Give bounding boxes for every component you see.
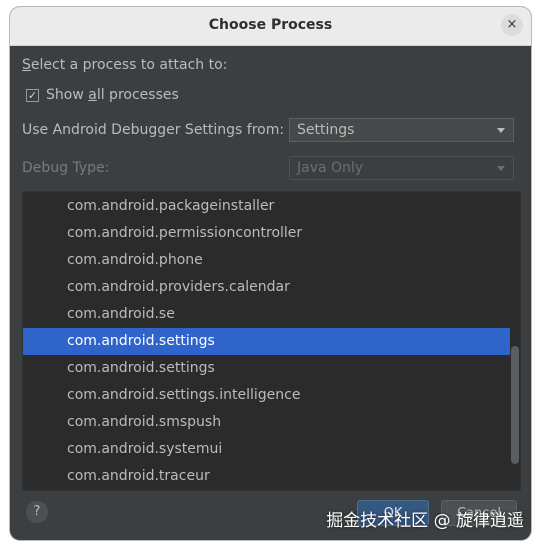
- process-list[interactable]: com.android.packageinstaller com.android.…: [22, 191, 521, 491]
- dialog-title: Choose Process: [208, 17, 333, 33]
- chevron-down-icon: [497, 128, 505, 133]
- debugger-settings-value: Settings: [297, 122, 355, 138]
- process-list-item[interactable]: com.android.settings.intelligence: [23, 382, 510, 409]
- prompt-label: Select a process to attach to:: [22, 57, 227, 73]
- show-all-label: Show all processes: [46, 87, 179, 103]
- prompt-mnemonic: S: [22, 57, 31, 73]
- debug-type-label: Debug Type:: [22, 160, 110, 176]
- debug-type-dropdown: Java Only: [289, 156, 514, 180]
- process-list-item[interactable]: com.android.providers.calendar: [23, 274, 510, 301]
- watermark: 掘金技术社区 @ 旋律逍遥: [326, 511, 524, 531]
- show-all-processes-checkbox[interactable]: ✓ Show all processes: [26, 87, 179, 103]
- dialog-content: Select a process to attach to: ✓ Show al…: [10, 46, 531, 540]
- close-icon[interactable]: ×: [501, 14, 523, 36]
- process-list-item[interactable]: com.android.permissioncontroller: [23, 220, 510, 247]
- prompt-text: elect a process to attach to:: [30, 57, 228, 73]
- checkbox-check-icon[interactable]: ✓: [26, 88, 39, 102]
- debugger-settings-dropdown[interactable]: Settings: [289, 118, 514, 142]
- process-list-item[interactable]: com.android.phone: [23, 247, 510, 274]
- scrollbar-thumb[interactable]: [511, 346, 519, 464]
- process-list-item[interactable]: com.android.smspush: [23, 409, 510, 436]
- process-list-item[interactable]: com.android.settings: [23, 355, 510, 382]
- process-list-item[interactable]: com.android.traceur: [23, 463, 510, 490]
- title-bar: Choose Process ×: [10, 7, 531, 46]
- help-button[interactable]: ?: [26, 501, 48, 523]
- debug-type-value: Java Only: [297, 160, 364, 176]
- scrollbar[interactable]: [510, 192, 520, 490]
- process-list-item[interactable]: com.android.settings: [23, 328, 510, 355]
- chevron-down-icon: [497, 166, 505, 171]
- process-list-item[interactable]: com.android.se: [23, 301, 510, 328]
- process-list-item[interactable]: com.android.packageinstaller: [23, 193, 510, 220]
- debugger-settings-label: Use Android Debugger Settings from:: [22, 122, 285, 138]
- process-list-item[interactable]: com.android.systemui: [23, 436, 510, 463]
- choose-process-dialog: Choose Process × Select a process to att…: [10, 7, 531, 540]
